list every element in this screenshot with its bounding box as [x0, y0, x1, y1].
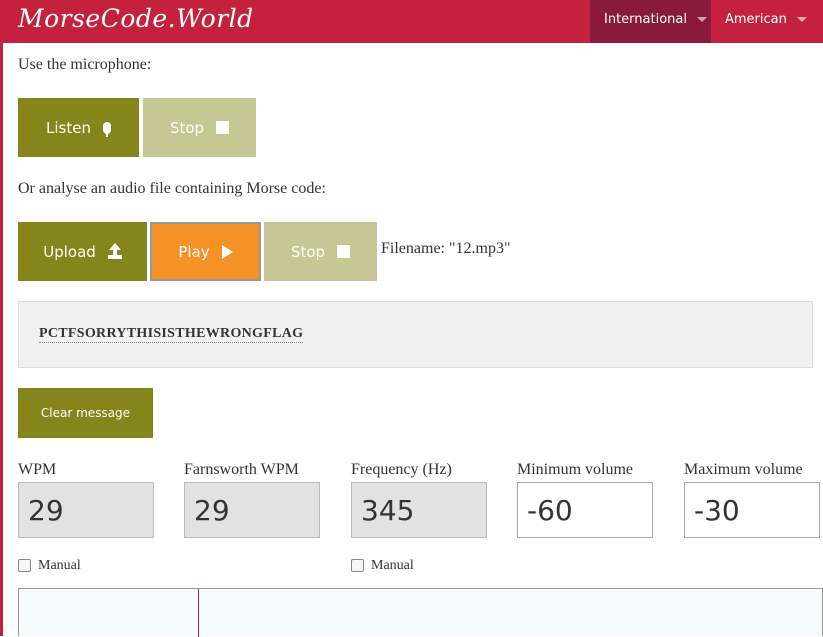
max-volume-label: Maximum volume — [684, 461, 803, 478]
decoded-message-box: PCTFSORRYTHISISTHEWRONGFLAG — [18, 301, 813, 368]
nav-international-label: International — [604, 12, 687, 27]
play-label: Play — [178, 242, 210, 261]
play-button[interactable]: Play — [150, 222, 261, 281]
decoded-message-text: PCTFSORRYTHISISTHEWRONGFLAG — [39, 326, 304, 343]
file-stop-label: Stop — [290, 242, 326, 261]
site-logo[interactable]: MorseCode.World — [18, 4, 254, 33]
listen-label: Listen — [46, 118, 91, 137]
clear-message-button[interactable]: Clear message — [18, 388, 153, 438]
wpm-input[interactable]: 29 — [18, 482, 154, 538]
manual-frequency-label: Manual — [371, 558, 414, 573]
nav-american-label: American — [725, 12, 787, 27]
nav-american[interactable]: American — [711, 0, 823, 43]
stop-icon — [337, 245, 351, 258]
upload-button[interactable]: Upload — [18, 222, 147, 281]
manual-frequency-checkbox[interactable] — [351, 559, 364, 572]
manual-speed-checkbox[interactable] — [18, 559, 31, 572]
nav-international[interactable]: International — [590, 0, 711, 43]
upload-icon — [107, 242, 122, 259]
min-volume-label: Minimum volume — [517, 461, 633, 478]
mic-stop-button[interactable]: Stop — [143, 98, 256, 157]
play-icon — [221, 244, 233, 259]
frequency-input[interactable]: 345 — [351, 482, 487, 538]
max-volume-input[interactable]: -30 — [684, 482, 820, 538]
listen-button[interactable]: Listen — [18, 98, 139, 157]
top-navbar: MorseCode.World International American — [0, 0, 823, 43]
caret-down-icon — [696, 17, 707, 22]
manual-speed-label: Manual — [38, 558, 81, 573]
wpm-label: WPM — [18, 461, 57, 478]
upload-label: Upload — [43, 242, 96, 261]
audio-file-label: Or analyse an audio file containing Mors… — [18, 180, 326, 197]
spectrogram-panel — [18, 588, 823, 637]
mic-stop-label: Stop — [169, 118, 205, 137]
file-stop-button[interactable]: Stop — [264, 222, 377, 281]
frequency-marker — [198, 589, 199, 637]
microphone-label: Use the microphone: — [18, 56, 152, 73]
frequency-label: Frequency (Hz) — [351, 461, 452, 478]
farnsworth-label: Farnsworth WPM — [184, 461, 299, 478]
microphone-icon — [102, 121, 111, 137]
min-volume-input[interactable]: -60 — [517, 482, 653, 538]
stop-icon — [216, 121, 230, 134]
farnsworth-input[interactable]: 29 — [184, 482, 320, 538]
caret-down-icon — [796, 17, 807, 22]
filename-text: Filename: "12.mp3" — [381, 240, 511, 257]
left-border — [0, 0, 3, 636]
